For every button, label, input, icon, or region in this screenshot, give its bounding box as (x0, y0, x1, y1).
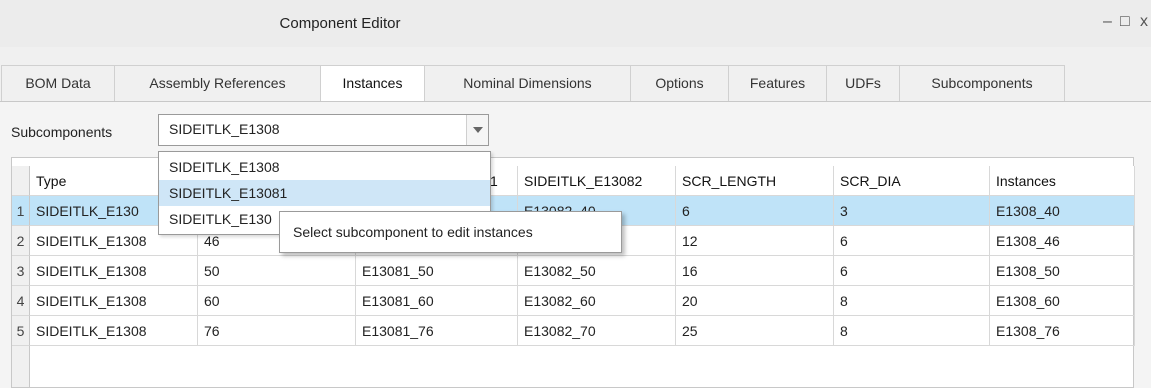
row-header-filler (12, 346, 30, 387)
table-cell[interactable]: E13082_70 (518, 316, 676, 346)
table-cell[interactable]: E1308_46 (990, 226, 1135, 256)
dropdown-option[interactable]: SIDEITLK_E1308 (159, 154, 490, 180)
row-header-corner (12, 166, 30, 196)
chevron-down-icon (473, 127, 483, 133)
table-cell[interactable]: 6 (676, 196, 834, 226)
subcomponents-selected-value: SIDEITLK_E1308 (169, 121, 280, 137)
table-cell[interactable]: 16 (676, 256, 834, 286)
table-cell[interactable]: 6 (834, 226, 990, 256)
title-bar: Component Editor – □ x (0, 0, 1151, 47)
table-cell[interactable]: E13082_50 (518, 256, 676, 286)
table-cell[interactable]: 76 (198, 316, 356, 346)
table-cell[interactable]: E13081_50 (356, 256, 518, 286)
column-header-scr-length[interactable]: SCR_LENGTH (676, 166, 834, 196)
window-title: Component Editor (279, 15, 401, 32)
row-number[interactable]: 2 (12, 226, 30, 256)
dropdown-option-highlighted[interactable]: SIDEITLK_E13081 (159, 180, 490, 206)
table-cell[interactable]: 3 (834, 196, 990, 226)
table-cell[interactable]: 60 (198, 286, 356, 316)
tab-options[interactable]: Options (630, 65, 729, 102)
table-cell[interactable]: 20 (676, 286, 834, 316)
table-cell[interactable]: 8 (834, 286, 990, 316)
table-cell[interactable]: 8 (834, 316, 990, 346)
table-cell[interactable]: E13081_60 (356, 286, 518, 316)
column-header-sideitlk-e13082[interactable]: SIDEITLK_E13082 (518, 166, 676, 196)
tab-features[interactable]: Features (728, 65, 827, 102)
tab-instances[interactable]: Instances (320, 65, 425, 102)
table-cell[interactable]: E1308_76 (990, 316, 1135, 346)
row-number[interactable]: 4 (12, 286, 30, 316)
table-cell[interactable]: SIDEITLK_E1308 (30, 256, 198, 286)
tooltip: Select subcomponent to edit instances (279, 211, 622, 253)
table-cell[interactable]: 12 (676, 226, 834, 256)
table-cell[interactable]: E1308_50 (990, 256, 1135, 286)
tab-subcomponents[interactable]: Subcomponents (899, 65, 1065, 102)
minimize-icon[interactable]: – (1103, 12, 1112, 32)
maximize-icon[interactable]: □ (1120, 12, 1130, 32)
table-cell[interactable]: 25 (676, 316, 834, 346)
tab-nominal-dimensions[interactable]: Nominal Dimensions (424, 65, 631, 102)
table-cell[interactable]: SIDEITLK_E1308 (30, 316, 198, 346)
table-cell[interactable]: SIDEITLK_E1308 (30, 286, 198, 316)
table-cell[interactable]: E13082_60 (518, 286, 676, 316)
table-cell[interactable]: 50 (198, 256, 356, 286)
tab-udfs[interactable]: UDFs (826, 65, 900, 102)
tab-bar: BOM Data Assembly References Instances N… (0, 65, 1151, 102)
table-cell[interactable]: E1308_60 (990, 286, 1135, 316)
table-cell[interactable]: E1308_40 (990, 196, 1135, 226)
tab-bom-data[interactable]: BOM Data (1, 65, 115, 102)
row-number[interactable]: 3 (12, 256, 30, 286)
dropdown-button[interactable] (466, 115, 488, 145)
row-number[interactable]: 1 (12, 196, 30, 226)
table-cell[interactable]: E13081_76 (356, 316, 518, 346)
row-number[interactable]: 5 (12, 316, 30, 346)
tab-assembly-references[interactable]: Assembly References (114, 65, 321, 102)
column-header-instances[interactable]: Instances (990, 166, 1135, 196)
table-cell[interactable]: 6 (834, 256, 990, 286)
close-icon[interactable]: x (1140, 12, 1148, 32)
column-header-scr-dia[interactable]: SCR_DIA (834, 166, 990, 196)
subcomponents-select[interactable]: SIDEITLK_E1308 (158, 114, 489, 146)
subcomponents-label: Subcomponents (11, 124, 113, 140)
